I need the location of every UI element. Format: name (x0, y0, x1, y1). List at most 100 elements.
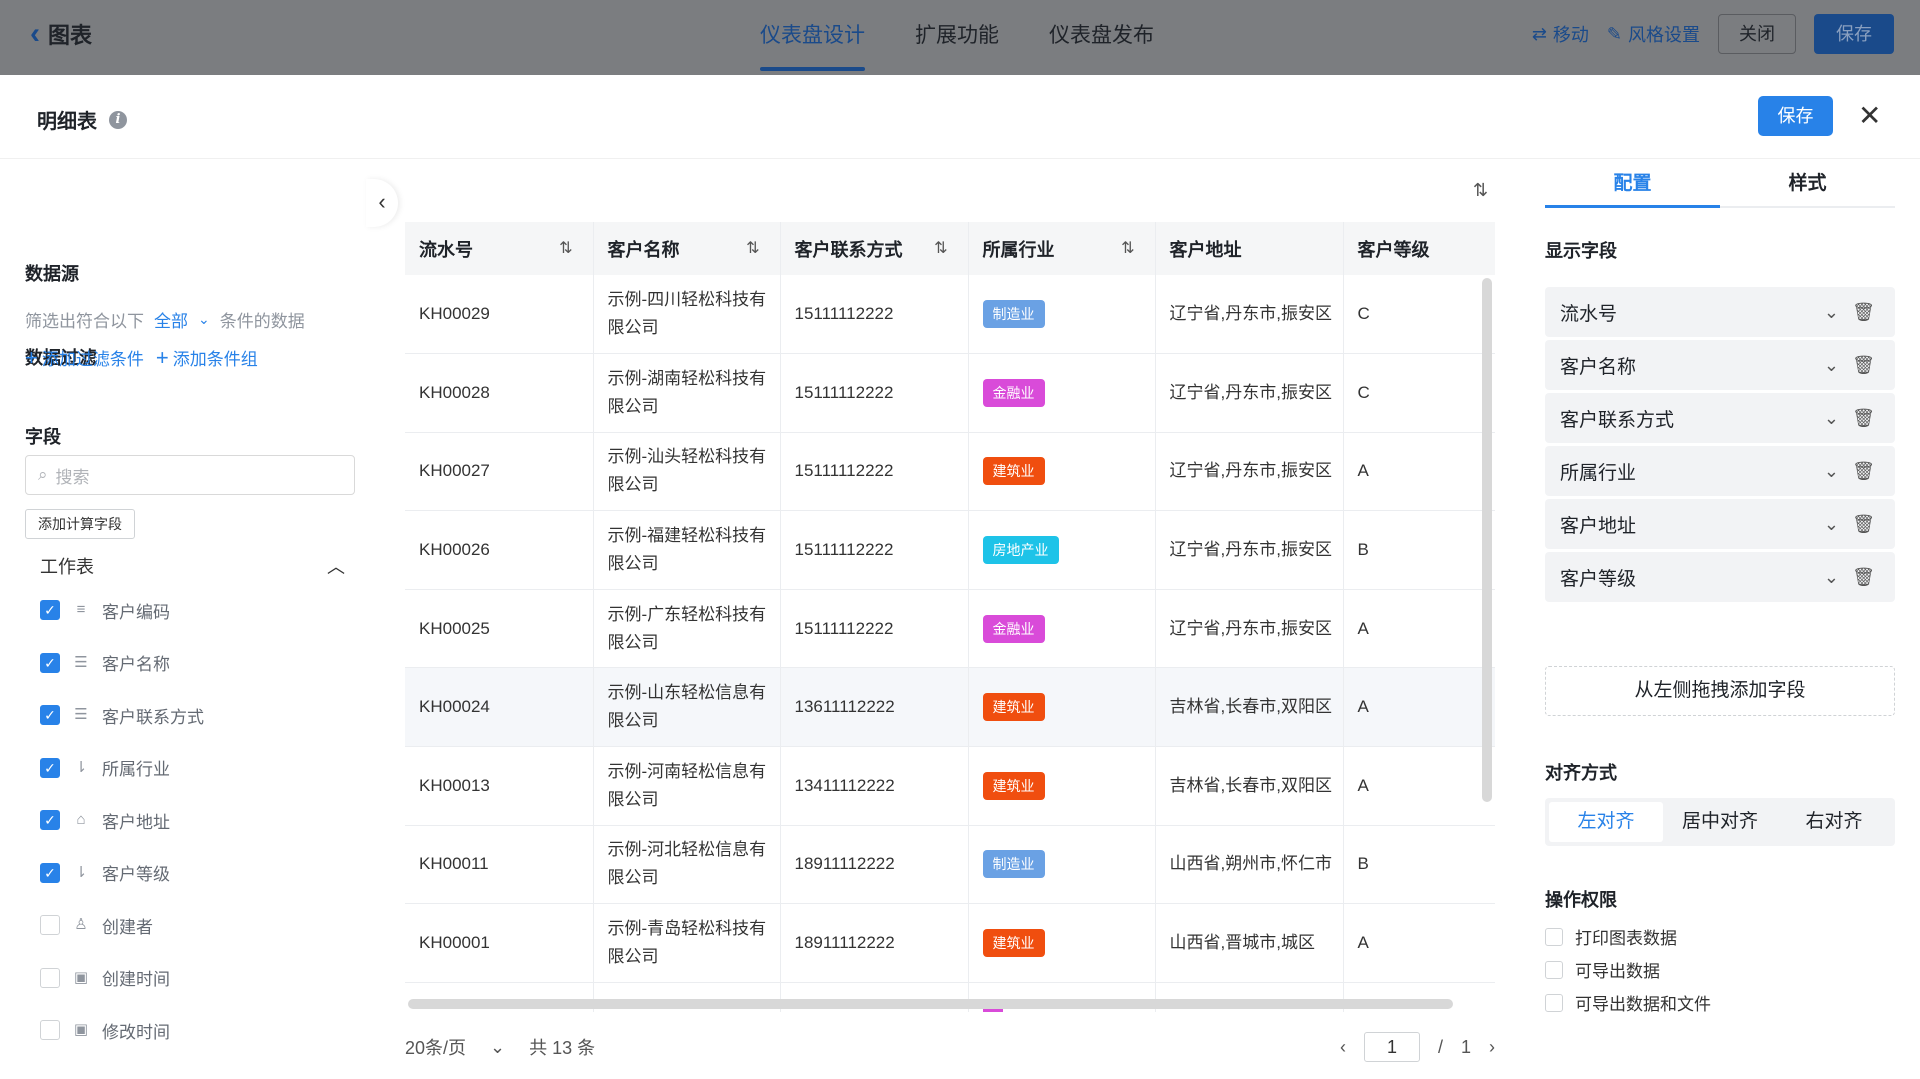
align-left-option[interactable]: 左对齐 (1549, 802, 1663, 842)
field-item[interactable]: ▣ 修改时间 (40, 1004, 204, 1057)
permission-checkbox[interactable] (1545, 993, 1563, 1012)
sort-icon[interactable]: ⇅ (934, 238, 947, 258)
field-checkbox[interactable]: ✓ (40, 705, 60, 726)
table-row[interactable]: KH00011 示例-河北轻松信息有限公司 18911112222 制造业 山西省,朔州… (405, 825, 1495, 905)
column-header[interactable]: 客户名称 ⇅ (593, 222, 781, 275)
field-checkbox[interactable] (40, 915, 60, 936)
field-checkbox[interactable]: ✓ (40, 810, 60, 831)
chevron-down-icon[interactable]: ⌄ (1824, 408, 1839, 429)
field-checkbox[interactable]: ✓ (40, 600, 60, 621)
table-row[interactable]: KH00026 示例-福建轻松科技有限公司 15111112222 房地产业 辽宁省,丹… (405, 510, 1495, 590)
modal-title-text: 明细表 (37, 111, 97, 133)
field-checkbox[interactable]: ✓ (40, 652, 60, 673)
style-settings-button[interactable]: ✎ 风格设置 (1607, 21, 1700, 47)
worksheet-group[interactable]: 工作表 ︿ (40, 553, 345, 579)
chevron-down-icon[interactable]: ⌄ (198, 311, 210, 328)
chevron-down-icon[interactable]: ⌄ (1824, 302, 1839, 323)
trash-icon[interactable]: 🗑 (1852, 461, 1875, 482)
permission-checkbox[interactable] (1545, 960, 1563, 979)
table-row[interactable]: KH00027 示例-汕头轻松科技有限公司 15111112222 建筑业 辽宁省,丹东… (405, 432, 1495, 512)
table-row[interactable]: KH00001 示例-青岛轻松科技有限公司 18911112222 建筑业 山西省,晋城… (405, 903, 1495, 983)
collapse-panel-button[interactable]: ‹ (366, 179, 398, 227)
tab-dashboard-publish[interactable]: 仪表盘发布 (1049, 0, 1154, 75)
cell-industry: 建筑业 (968, 667, 1156, 748)
trash-icon[interactable]: 🗑 (1852, 408, 1875, 429)
field-search-input[interactable]: ⌕ 搜索 (25, 455, 355, 495)
tab-dashboard-design[interactable]: 仪表盘设计 (760, 0, 865, 75)
align-center-option[interactable]: 居中对齐 (1663, 802, 1777, 842)
display-field-item[interactable]: 客户名称 ⌄ 🗑 (1545, 340, 1895, 390)
sort-icon[interactable]: ⇅ (1121, 238, 1134, 258)
sort-icon[interactable]: ⇅ (559, 238, 572, 258)
drag-add-field-zone[interactable]: 从左侧拖拽添加字段 (1545, 666, 1895, 716)
field-item[interactable]: ♙ 创建者 (40, 899, 204, 952)
tab-style[interactable]: 样式 (1720, 166, 1895, 206)
sort-icon[interactable]: ⇅ (746, 238, 759, 258)
field-item[interactable]: ✓ ≡ 客户编码 (40, 584, 204, 637)
field-item[interactable]: ✓ ☰ 客户联系方式 (40, 689, 204, 742)
table-row[interactable]: KH00024 示例-山东轻松信息有限公司 13611112222 建筑业 吉林省,长春… (405, 667, 1495, 748)
field-checkbox[interactable] (40, 1020, 60, 1041)
save-button[interactable]: 保存 (1814, 14, 1894, 54)
permission-checkbox[interactable] (1545, 927, 1563, 946)
column-header[interactable]: 客户联系方式 ⇅ (780, 222, 969, 275)
field-checkbox[interactable] (40, 967, 60, 988)
back-button[interactable]: ‹ 图表 (30, 18, 92, 50)
permission-item[interactable]: 可导出数据和文件 (1545, 990, 1711, 1015)
table-row[interactable]: KH00029 示例-四川轻松科技有限公司 15111112222 制造业 辽宁省,丹东… (405, 275, 1495, 355)
close-button[interactable]: 关闭 (1718, 14, 1796, 54)
column-header[interactable]: 客户等级 (1343, 222, 1495, 275)
page-input[interactable]: 1 (1363, 1032, 1420, 1062)
field-type-icon: ⇂ (74, 863, 88, 881)
cell-address: 山西省,晋城市,城区 (1155, 903, 1344, 983)
cell-phone: 15111112222 (780, 432, 969, 512)
table-row[interactable]: KH00028 示例-湖南轻松科技有限公司 15111112222 金融业 辽宁省,丹东… (405, 353, 1495, 433)
column-header[interactable]: 所属行业 ⇅ (968, 222, 1156, 275)
sort-icon[interactable]: ⇅ (1473, 180, 1488, 201)
trash-icon[interactable]: 🗑 (1852, 355, 1875, 376)
permission-item[interactable]: 可导出数据 (1545, 957, 1660, 982)
display-field-item[interactable]: 客户等级 ⌄ 🗑 (1545, 552, 1895, 602)
display-field-item[interactable]: 客户地址 ⌄ 🗑 (1545, 499, 1895, 549)
chevron-down-icon[interactable]: ⌄ (1824, 461, 1839, 482)
add-filter-button[interactable]: + 添加过滤条件 (25, 345, 144, 370)
field-item[interactable]: ✓ ⌂ 客户地址 (40, 794, 204, 847)
trash-icon[interactable]: 🗑 (1852, 514, 1875, 535)
table-row[interactable]: KH00025 示例-广东轻松科技有限公司 15111112222 金融业 辽宁省,丹东… (405, 589, 1495, 669)
horizontal-scrollbar[interactable] (408, 999, 1453, 1009)
next-page-icon[interactable]: › (1489, 1037, 1495, 1058)
tab-config[interactable]: 配置 (1545, 166, 1720, 208)
trash-icon[interactable]: 🗑 (1852, 302, 1875, 323)
display-field-item[interactable]: 客户联系方式 ⌄ 🗑 (1545, 393, 1895, 443)
display-field-item[interactable]: 所属行业 ⌄ 🗑 (1545, 446, 1895, 496)
table-row[interactable]: KH00013 示例-河南轻松信息有限公司 13411112222 建筑业 吉林省,长春… (405, 746, 1495, 826)
chevron-down-icon[interactable]: ⌄ (1824, 514, 1839, 535)
chevron-down-icon[interactable]: ⌄ (1824, 355, 1839, 376)
add-group-button[interactable]: + 添加条件组 (156, 345, 258, 370)
column-header[interactable]: 客户地址 (1155, 222, 1344, 275)
field-item[interactable]: ✓ ⇂ 客户等级 (40, 847, 204, 900)
align-right-option[interactable]: 右对齐 (1777, 802, 1891, 842)
field-item[interactable]: ✓ ☰ 客户名称 (40, 637, 204, 690)
tab-extensions[interactable]: 扩展功能 (915, 0, 999, 75)
cell-industry: 制造业 (968, 275, 1156, 355)
cell-level: A (1343, 667, 1495, 748)
display-field-item[interactable]: 流水号 ⌄ 🗑 (1545, 287, 1895, 337)
page-size-select[interactable]: 20条/页 ⌄ (405, 1034, 505, 1060)
column-header[interactable]: 流水号 ⇅ (405, 222, 594, 275)
info-icon[interactable]: i (109, 110, 127, 129)
vertical-scrollbar[interactable] (1482, 278, 1492, 802)
field-item[interactable]: ▣ 创建时间 (40, 952, 204, 1005)
field-checkbox[interactable]: ✓ (40, 757, 60, 778)
field-item[interactable]: ✓ ⇂ 所属行业 (40, 742, 204, 795)
permission-item[interactable]: 打印图表数据 (1545, 924, 1677, 949)
cell-industry: 金融业 (968, 353, 1156, 433)
trash-icon[interactable]: 🗑 (1852, 567, 1875, 588)
filter-condition: 筛选出符合以下 全部 ⌄ 条件的数据 (25, 307, 305, 332)
filter-mode-select[interactable]: 全部 (154, 307, 188, 332)
field-checkbox[interactable]: ✓ (40, 862, 60, 883)
prev-page-icon[interactable]: ‹ (1340, 1037, 1346, 1058)
chevron-down-icon[interactable]: ⌄ (1824, 567, 1839, 588)
move-button[interactable]: ⇄ 移动 (1532, 21, 1589, 47)
add-calc-field-button[interactable]: 添加计算字段 (25, 509, 135, 539)
